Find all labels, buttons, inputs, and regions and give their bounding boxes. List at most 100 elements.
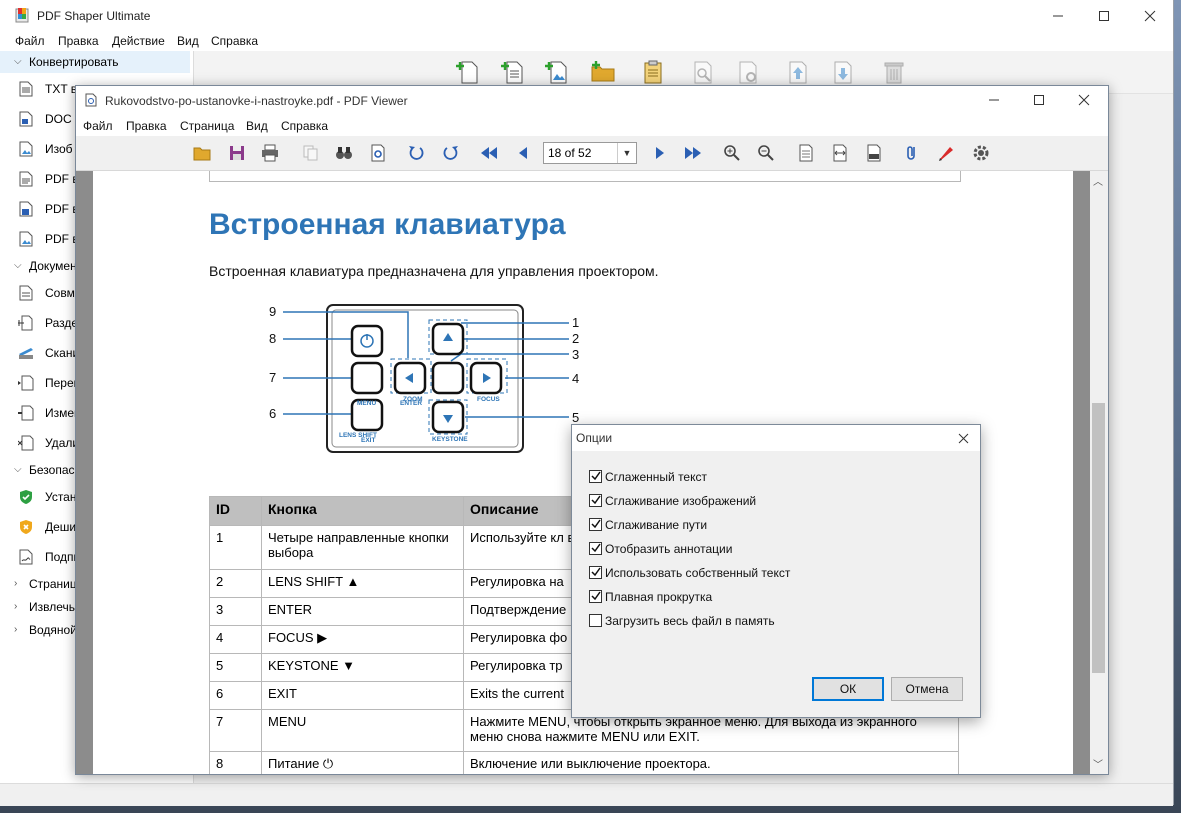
viewer-menu-file[interactable]: Файл bbox=[83, 119, 113, 133]
fit-width-icon[interactable] bbox=[830, 143, 850, 163]
ok-button[interactable]: ОК bbox=[812, 677, 884, 701]
options-dialog: Опции Сглаженный текст Сглаживание изобр… bbox=[571, 424, 981, 718]
checkbox[interactable] bbox=[589, 566, 602, 579]
chevron-down-icon: ⌵ bbox=[14, 260, 22, 271]
option-load-into-memory[interactable]: Загрузить весь файл в память bbox=[589, 612, 969, 630]
pdf-file-icon bbox=[19, 171, 33, 187]
rotate-right-icon[interactable] bbox=[441, 143, 461, 163]
maximize-button[interactable] bbox=[1081, 0, 1127, 31]
minimize-button[interactable] bbox=[1035, 0, 1081, 31]
checkmark-icon bbox=[591, 591, 601, 601]
open-folder-icon[interactable] bbox=[192, 143, 212, 163]
copy-icon[interactable] bbox=[301, 143, 321, 163]
option-native-text[interactable]: Использовать собственный текст bbox=[589, 564, 969, 582]
page-selector[interactable]: 18 of 52 ▼ bbox=[543, 142, 637, 164]
previous-page-icon[interactable] bbox=[513, 143, 533, 163]
chevron-down-icon[interactable]: ﹀ bbox=[1093, 756, 1103, 771]
resize-icon bbox=[18, 405, 34, 421]
menu-help[interactable]: Справка bbox=[211, 34, 258, 48]
vertical-scrollbar[interactable]: ︿ ﹀ bbox=[1090, 171, 1108, 774]
sidebar-group-label: Извлечь bbox=[29, 600, 76, 614]
close-icon bbox=[1144, 10, 1156, 21]
option-smooth-paths[interactable]: Сглаживание пути bbox=[589, 516, 969, 534]
actual-size-icon[interactable] bbox=[864, 143, 884, 163]
menu-view[interactable]: Вид bbox=[177, 34, 199, 48]
preview-icon[interactable] bbox=[690, 59, 716, 85]
viewer-menu-help[interactable]: Справка bbox=[281, 119, 328, 133]
callout-7: 7 bbox=[269, 370, 277, 385]
previous-table-fragment bbox=[209, 171, 961, 182]
minimize-icon bbox=[989, 99, 999, 101]
first-page-icon[interactable] bbox=[479, 143, 499, 163]
attachment-icon[interactable] bbox=[902, 143, 922, 163]
main-menu-bar: Файл Правка Действие Вид Справка bbox=[0, 31, 1173, 51]
keypad-label-zoom: ZOOM bbox=[403, 396, 423, 403]
checkbox[interactable] bbox=[589, 518, 602, 531]
annotate-icon[interactable] bbox=[936, 143, 956, 163]
text-file-icon bbox=[19, 81, 33, 97]
new-document-icon[interactable] bbox=[456, 59, 482, 85]
option-show-annotations[interactable]: Отобразить аннотации bbox=[589, 540, 969, 558]
document-settings-icon[interactable] bbox=[368, 143, 388, 163]
next-page-icon[interactable] bbox=[650, 143, 670, 163]
zoom-in-icon[interactable] bbox=[722, 143, 742, 163]
checkbox[interactable] bbox=[589, 494, 602, 507]
option-smooth-scroll[interactable]: Плавная прокрутка bbox=[589, 588, 969, 606]
checkbox[interactable] bbox=[589, 614, 602, 627]
move-up-icon[interactable] bbox=[785, 59, 811, 85]
sidebar-group-convert[interactable]: ⌵ Конвертировать bbox=[0, 51, 190, 73]
callout-3: 3 bbox=[572, 347, 580, 362]
viewer-menu-edit[interactable]: Правка bbox=[126, 119, 167, 133]
sidebar-item-label: Совм bbox=[45, 286, 75, 300]
menu-action[interactable]: Действие bbox=[112, 34, 165, 48]
menu-edit[interactable]: Правка bbox=[58, 34, 99, 48]
option-label: Загрузить весь файл в память bbox=[605, 614, 775, 628]
main-title-bar: PDF Shaper Ultimate bbox=[0, 0, 1173, 31]
last-page-icon[interactable] bbox=[683, 143, 703, 163]
zoom-out-icon[interactable] bbox=[756, 143, 776, 163]
callout-9: 9 bbox=[269, 304, 277, 319]
column-header-button: Кнопка bbox=[261, 496, 464, 526]
clipboard-icon[interactable] bbox=[640, 59, 666, 85]
close-button[interactable] bbox=[1127, 0, 1173, 31]
sidebar-item-label: Устан bbox=[45, 490, 77, 504]
add-text-icon[interactable] bbox=[501, 59, 527, 85]
menu-file[interactable]: Файл bbox=[15, 34, 45, 48]
viewer-minimize-button[interactable] bbox=[971, 86, 1017, 114]
save-icon[interactable] bbox=[227, 143, 247, 163]
print-icon[interactable] bbox=[260, 143, 280, 163]
option-smooth-text[interactable]: Сглаженный текст bbox=[589, 468, 969, 486]
scrollbar-thumb[interactable] bbox=[1092, 403, 1105, 673]
delete-icon[interactable] bbox=[881, 59, 907, 85]
move-down-icon[interactable] bbox=[830, 59, 856, 85]
cancel-button[interactable]: Отмена bbox=[891, 677, 963, 701]
properties-icon[interactable] bbox=[735, 59, 761, 85]
dialog-title: Опции bbox=[576, 431, 613, 445]
rotate-left-icon[interactable] bbox=[406, 143, 426, 163]
sidebar-item-label: PDF в bbox=[45, 202, 79, 216]
add-folder-icon[interactable] bbox=[590, 59, 616, 85]
viewer-menu-page[interactable]: Страница bbox=[180, 119, 234, 133]
table-cell: FOCUS ▶ bbox=[261, 625, 464, 654]
viewer-close-button[interactable] bbox=[1061, 86, 1107, 114]
sidebar-group-label: Конвертировать bbox=[29, 55, 119, 69]
checkbox[interactable] bbox=[589, 470, 602, 483]
sidebar-item-label: Изоб bbox=[45, 142, 73, 156]
viewer-maximize-button[interactable] bbox=[1016, 86, 1062, 114]
checkbox[interactable] bbox=[589, 590, 602, 603]
merge-icon bbox=[19, 285, 33, 301]
option-smooth-images[interactable]: Сглаживание изображений bbox=[589, 492, 969, 510]
gear-icon[interactable] bbox=[971, 143, 991, 163]
viewer-menu-view[interactable]: Вид bbox=[246, 119, 268, 133]
table-cell: Питание ⏻ bbox=[261, 751, 464, 774]
callout-1: 1 bbox=[572, 315, 580, 330]
checkbox[interactable] bbox=[589, 542, 602, 555]
sidebar-group-label: Безопасн bbox=[29, 463, 82, 477]
add-image-icon[interactable] bbox=[545, 59, 571, 85]
fit-page-icon[interactable] bbox=[796, 143, 816, 163]
find-icon[interactable] bbox=[334, 143, 354, 163]
dialog-close-button[interactable] bbox=[952, 428, 974, 448]
chevron-up-icon[interactable]: ︿ bbox=[1093, 173, 1103, 188]
chevron-down-icon: ⌵ bbox=[14, 56, 22, 67]
table-cell: KEYSTONE ▼ bbox=[261, 653, 464, 682]
